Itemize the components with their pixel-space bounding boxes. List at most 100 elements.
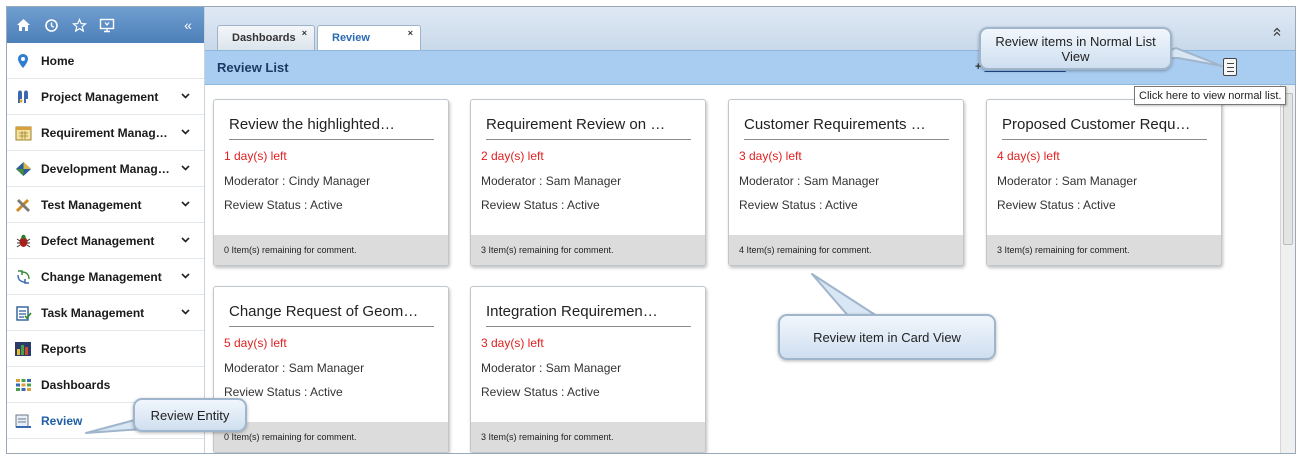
callout-text: Review Entity	[150, 407, 230, 423]
tab-label: Dashboards	[232, 32, 296, 44]
dashboards-icon	[13, 376, 33, 394]
review-status: Review Status : Active	[481, 385, 600, 399]
project-icon	[13, 88, 33, 106]
callout-card-view: Review item in Card View	[778, 314, 996, 360]
tools-icon	[13, 196, 33, 214]
sidebar-item-label: Requirement Manag…	[41, 125, 168, 140]
review-status: Review Status : Active	[997, 198, 1116, 212]
sidebar-item-test-management[interactable]: Test Management	[7, 187, 204, 223]
callout-normal-list-view: Review items in Normal List View	[979, 27, 1172, 70]
task-icon	[13, 304, 33, 322]
days-left: 3 day(s) left	[739, 149, 802, 163]
remaining-comments: 3 Item(s) remaining for comment.	[471, 422, 705, 452]
chevron-down-icon[interactable]	[181, 199, 190, 210]
collapse-up-icon[interactable]	[1273, 27, 1281, 40]
sidebar-item-reports[interactable]: Reports	[7, 331, 204, 367]
sidebar-item-label: Development Manag…	[41, 161, 170, 176]
review-card-title: Integration Requiremen…	[486, 303, 691, 327]
calendar-icon	[13, 124, 33, 142]
review-card-title: Change Request of Geom…	[229, 303, 434, 327]
sidebar-item-task-management[interactable]: Task Management	[7, 295, 204, 331]
remaining-comments: 0 Item(s) remaining for comment.	[214, 235, 448, 265]
review-card[interactable]: Proposed Customer Requ… 4 day(s) left Mo…	[986, 99, 1222, 266]
reports-icon	[13, 340, 33, 358]
chevron-down-icon[interactable]	[181, 91, 190, 102]
moderator: Moderator : Cindy Manager	[224, 174, 371, 188]
sidebar-item-label: Change Management	[41, 269, 162, 284]
tooltip: Click here to view normal list.	[1134, 86, 1287, 105]
review-icon	[13, 412, 33, 430]
remaining-comments: 3 Item(s) remaining for comment.	[987, 235, 1221, 265]
moderator: Moderator : Sam Manager	[481, 361, 622, 375]
review-card-title: Proposed Customer Requ…	[1002, 116, 1207, 140]
review-card[interactable]: Integration Requiremen… 3 day(s) left Mo…	[470, 286, 706, 453]
map-pin-icon	[13, 52, 33, 70]
callout-text: Review items in Normal List View	[995, 33, 1156, 64]
review-status: Review Status : Active	[224, 385, 343, 399]
moderator: Moderator : Sam Manager	[481, 174, 622, 188]
monitor-icon[interactable]	[99, 17, 115, 33]
chevron-down-icon[interactable]	[181, 127, 190, 138]
review-card-title: Customer Requirements …	[744, 116, 949, 140]
sidebar-item-label: Defect Management	[41, 233, 155, 248]
app-window: « Home Project Management Requirement Ma…	[6, 6, 1296, 454]
review-card-title: Review the highlighted…	[229, 116, 434, 140]
collapse-sidebar-icon[interactable]: «	[180, 17, 196, 33]
sidebar-item-defect-management[interactable]: Defect Management	[7, 223, 204, 259]
review-card[interactable]: Change Request of Geom… 5 day(s) left Mo…	[213, 286, 449, 453]
days-left: 5 day(s) left	[224, 336, 287, 350]
sidebar: « Home Project Management Requirement Ma…	[7, 7, 205, 453]
days-left: 3 day(s) left	[481, 336, 544, 350]
sidebar-item-change-management[interactable]: Change Management	[7, 259, 204, 295]
sidebar-item-label: Task Management	[41, 305, 145, 320]
moderator: Moderator : Sam Manager	[739, 174, 880, 188]
sidebar-toolbar: «	[7, 7, 204, 43]
remaining-comments: 0 Item(s) remaining for comment.	[214, 422, 448, 452]
scrollbar-thumb[interactable]	[1283, 93, 1293, 245]
sidebar-item-label: Reports	[41, 341, 87, 356]
normal-list-view-icon[interactable]	[1223, 58, 1237, 76]
sidebar-item-project-management[interactable]: Project Management	[7, 79, 204, 115]
development-icon	[13, 160, 33, 178]
review-status: Review Status : Active	[739, 198, 858, 212]
sidebar-item-label: Dashboards	[41, 377, 111, 392]
moderator: Moderator : Sam Manager	[224, 361, 365, 375]
sidebar-item-label: Home	[41, 53, 75, 68]
review-status: Review Status : Active	[481, 198, 600, 212]
tab-review[interactable]: Review ×	[317, 25, 421, 50]
days-left: 1 day(s) left	[224, 149, 287, 163]
callout-text: Review item in Card View	[813, 329, 961, 345]
review-card[interactable]: Customer Requirements … 3 day(s) left Mo…	[728, 99, 964, 266]
change-icon	[13, 268, 33, 286]
chevron-down-icon[interactable]	[181, 235, 190, 246]
sidebar-item-label: Test Management	[41, 197, 142, 212]
review-card[interactable]: Review the highlighted… 1 day(s) left Mo…	[213, 99, 449, 266]
review-status: Review Status : Active	[224, 198, 343, 212]
vertical-scrollbar[interactable]	[1280, 85, 1295, 453]
review-card-title: Requirement Review on …	[486, 116, 691, 140]
bug-icon	[13, 232, 33, 250]
sidebar-item-development-management[interactable]: Development Manag…	[7, 151, 204, 187]
page-title: Review List	[217, 60, 289, 75]
days-left: 2 day(s) left	[481, 149, 544, 163]
remaining-comments: 3 Item(s) remaining for comment.	[471, 235, 705, 265]
moderator: Moderator : Sam Manager	[997, 174, 1138, 188]
sidebar-item-home[interactable]: Home	[7, 43, 204, 79]
callout-review-entity: Review Entity	[133, 398, 247, 432]
days-left: 4 day(s) left	[997, 149, 1060, 163]
tab-label: Review	[332, 32, 370, 44]
star-icon[interactable]	[71, 17, 87, 33]
chevron-down-icon[interactable]	[181, 271, 190, 282]
history-icon[interactable]	[43, 17, 59, 33]
chevron-down-icon[interactable]	[181, 163, 190, 174]
sidebar-item-label: Project Management	[41, 89, 159, 104]
close-icon[interactable]: ×	[302, 28, 307, 38]
close-icon[interactable]: ×	[408, 28, 413, 38]
review-card-area: Review the highlighted… 1 day(s) left Mo…	[205, 85, 1279, 453]
sidebar-item-requirement-management[interactable]: Requirement Manag…	[7, 115, 204, 151]
chevron-down-icon[interactable]	[181, 307, 190, 318]
review-card[interactable]: Requirement Review on … 2 day(s) left Mo…	[470, 99, 706, 266]
remaining-comments: 4 Item(s) remaining for comment.	[729, 235, 963, 265]
home-icon[interactable]	[15, 17, 31, 33]
tab-dashboards[interactable]: Dashboards ×	[217, 25, 315, 50]
